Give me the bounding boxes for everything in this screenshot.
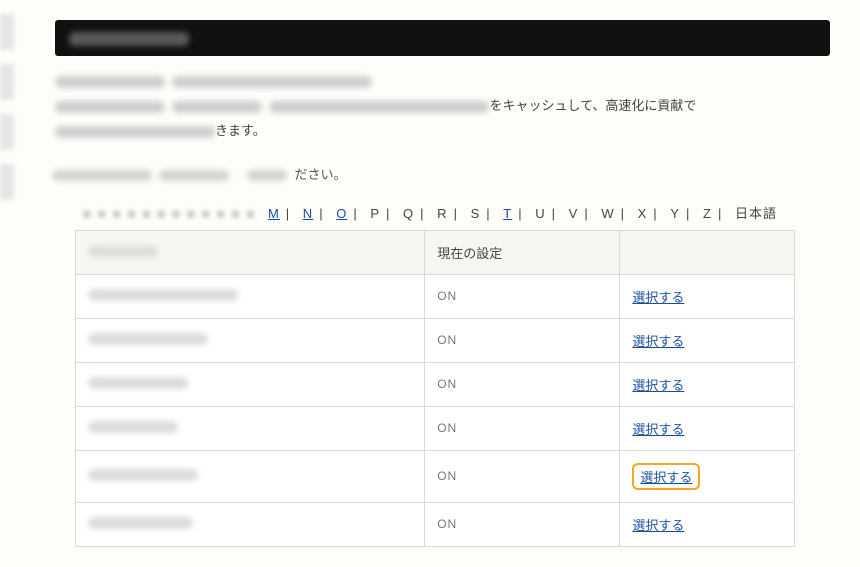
select-link[interactable]: 選択する bbox=[632, 422, 684, 437]
action-cell: 選択する bbox=[620, 362, 795, 406]
table-row: ON 選択する bbox=[76, 318, 795, 362]
alpha-link-o[interactable]: O bbox=[336, 206, 347, 221]
domain-cell bbox=[76, 274, 425, 318]
domain-cell bbox=[76, 502, 425, 546]
alpha-link-t[interactable]: T bbox=[503, 206, 512, 221]
intro-text: をキャッシュして、高速化に貢献で きます。 bbox=[55, 70, 830, 144]
page-container: をキャッシュして、高速化に貢献で きます。 ださい。 ■■■■■■■■■■■■ … bbox=[0, 0, 860, 567]
table-row: ON 選択する bbox=[76, 502, 795, 546]
status-cell: ON bbox=[425, 502, 620, 546]
table-row: ON 選択する bbox=[76, 450, 795, 502]
alpha-u: U bbox=[535, 206, 545, 221]
status-cell: ON bbox=[425, 406, 620, 450]
action-cell: 選択する bbox=[620, 450, 795, 502]
domain-cell bbox=[76, 450, 425, 502]
alpha-y: Y bbox=[670, 206, 680, 221]
alpha-index: ■■■■■■■■■■■■ M| N| O| P| Q| R| S| T| U| … bbox=[30, 203, 830, 222]
domain-cell bbox=[76, 406, 425, 450]
alpha-q: Q bbox=[403, 206, 414, 221]
col-header-domain bbox=[76, 230, 425, 274]
status-cell: ON bbox=[425, 362, 620, 406]
highlight-ring: 選択する bbox=[632, 463, 700, 490]
status-cell: ON bbox=[425, 274, 620, 318]
alpha-p: P bbox=[370, 206, 380, 221]
alpha-w: W bbox=[601, 206, 614, 221]
select-link[interactable]: 選択する bbox=[632, 290, 684, 305]
table-row: ON 選択する bbox=[76, 362, 795, 406]
table-row: ON 選択する bbox=[76, 406, 795, 450]
table-row: ON 選択する bbox=[76, 274, 795, 318]
select-link[interactable]: 選択する bbox=[632, 378, 684, 393]
select-link[interactable]: 選択する bbox=[632, 518, 684, 533]
domain-cell bbox=[76, 362, 425, 406]
select-link[interactable]: 選択する bbox=[632, 334, 684, 349]
col-header-current: 現在の設定 bbox=[425, 230, 620, 274]
alpha-v: V bbox=[569, 206, 579, 221]
alpha-s: S bbox=[471, 206, 481, 221]
alpha-jp: 日本語 bbox=[735, 206, 777, 221]
domain-settings-table: 現在の設定 ON 選択する ON 選択する ON 選択する ON 選択する ON 選択する ON 選択… bbox=[75, 230, 795, 547]
section-header bbox=[55, 20, 830, 56]
alpha-x: X bbox=[638, 206, 648, 221]
instruction-line: ださい。 bbox=[52, 164, 830, 183]
status-cell: ON bbox=[425, 318, 620, 362]
action-cell: 選択する bbox=[620, 274, 795, 318]
alpha-link-m[interactable]: M bbox=[268, 206, 280, 221]
action-cell: 選択する bbox=[620, 502, 795, 546]
select-link[interactable]: 選択する bbox=[640, 470, 692, 485]
alpha-r: R bbox=[437, 206, 447, 221]
alpha-link-n[interactable]: N bbox=[303, 206, 313, 221]
alpha-z: Z bbox=[703, 206, 712, 221]
section-title-blurred bbox=[69, 32, 189, 46]
intro-tail-2: きます。 bbox=[215, 123, 266, 138]
instruction-tail: ださい。 bbox=[295, 167, 347, 182]
alpha-faded-prefix: ■■■■■■■■■■■■ bbox=[80, 206, 265, 221]
domain-cell bbox=[76, 318, 425, 362]
status-cell: ON bbox=[425, 450, 620, 502]
action-cell: 選択する bbox=[620, 406, 795, 450]
col-header-action bbox=[620, 230, 795, 274]
action-cell: 選択する bbox=[620, 318, 795, 362]
intro-tail-1: をキャッシュして、高速化に貢献で bbox=[489, 98, 696, 113]
